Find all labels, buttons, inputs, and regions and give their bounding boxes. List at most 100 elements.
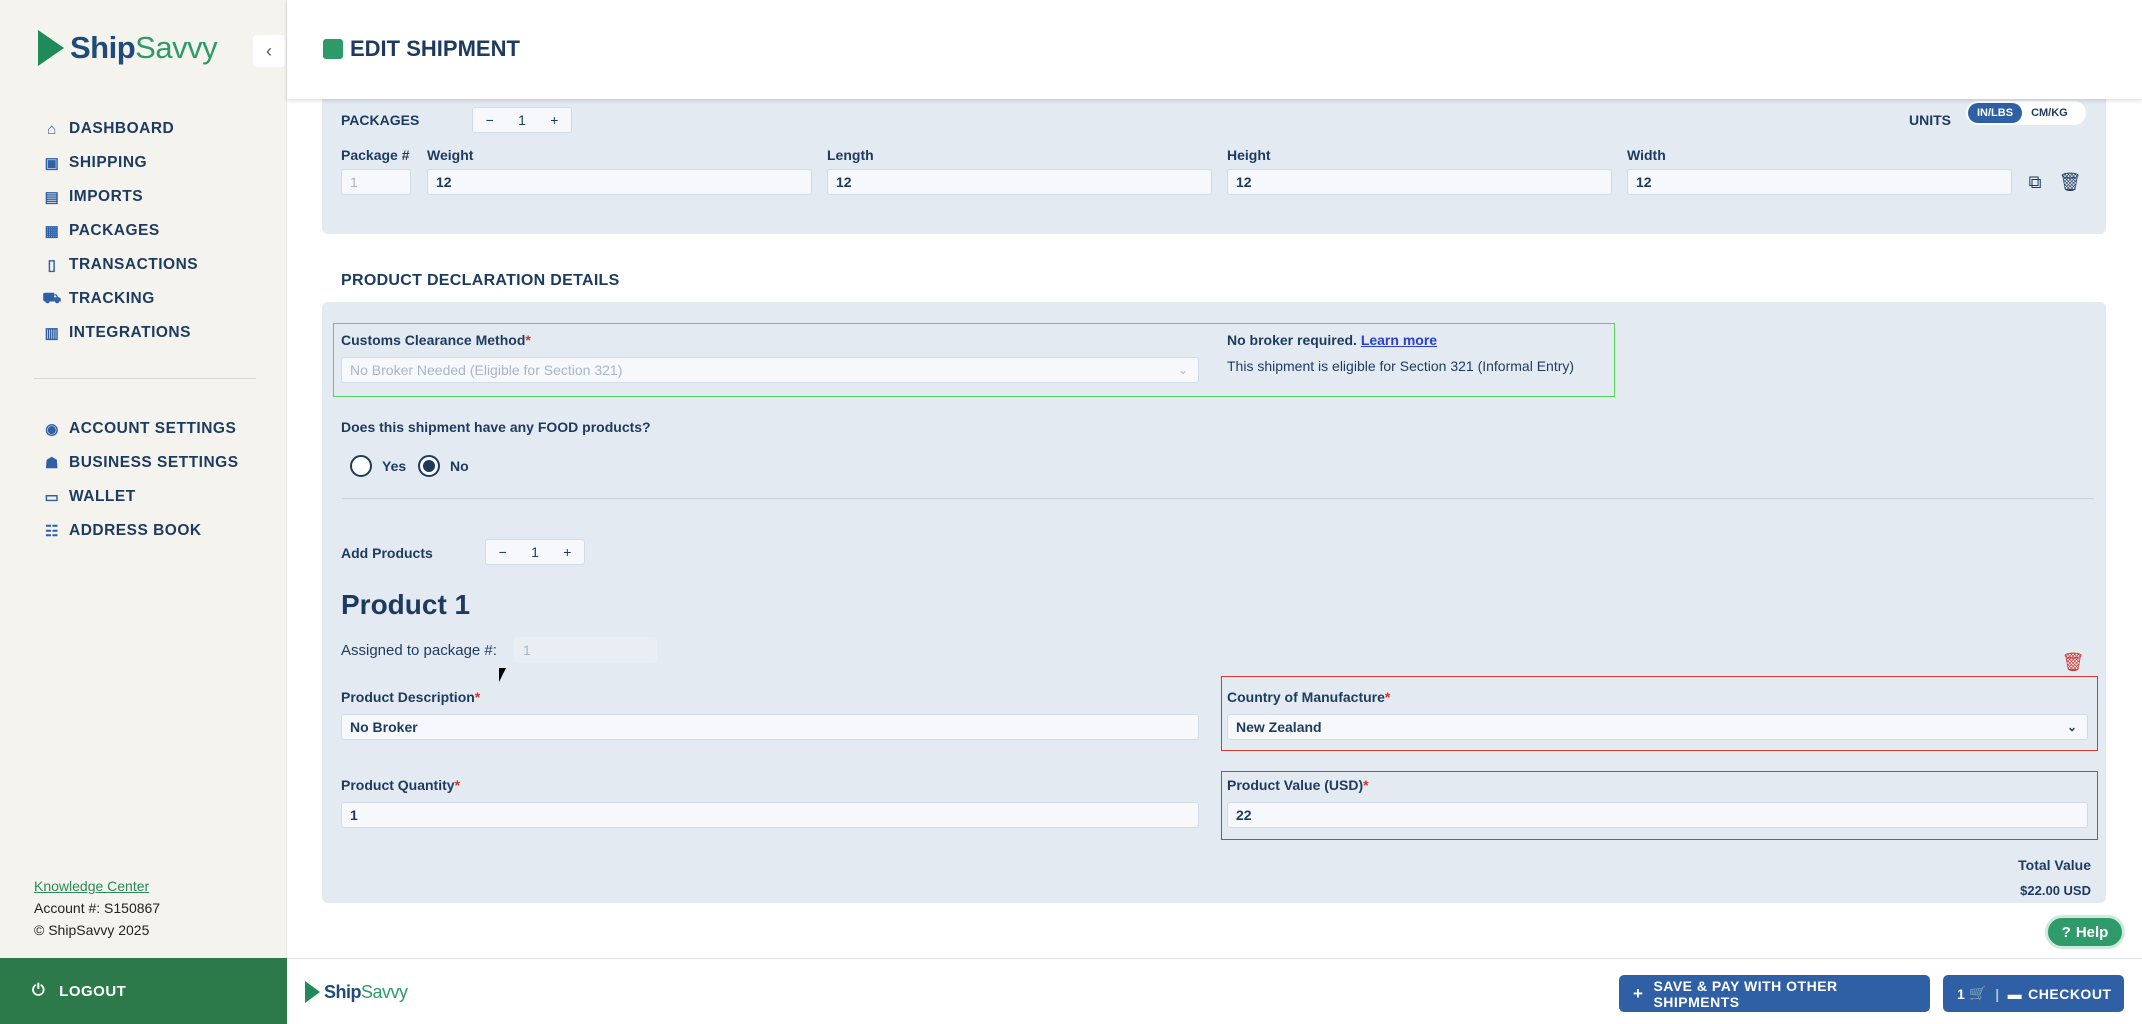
required-asterisk: * [454,777,461,793]
account-number: Account #: S150867 [34,900,161,916]
nav-label: TRACKING [69,290,155,307]
logo-icon [38,30,64,66]
product-title: Product 1 [341,589,471,620]
sidebar-divider [34,378,256,379]
product-value-input[interactable]: 22 [1227,802,2088,828]
nav-item-account-settings[interactable]: ◉ ACCOUNT SETTINGS [44,412,239,446]
nav-item-integrations[interactable]: ▥ INTEGRATIONS [44,316,198,350]
weight-input[interactable]: 12 [427,169,812,195]
total-value-amount: $22.00 USD [2020,883,2091,898]
customs-clearance-label-text: Customs Clearance Method [341,332,526,348]
assigned-package-label: Assigned to package #: [341,642,497,659]
page-title-text: EDIT SHIPMENT [350,36,520,61]
save-pay-button[interactable]: + SAVE & PAY WITH OTHER SHIPMENTS [1619,975,1930,1012]
required-asterisk: * [1384,689,1391,705]
nav-item-shipping[interactable]: ▣ SHIPPING [44,146,198,180]
units-option-cm-kg[interactable]: CM/KG [2022,103,2077,123]
chevron-down-icon: ⌄ [1177,363,1188,377]
logout-icon: ⏻ [32,982,46,999]
decrement-button[interactable]: − [473,112,506,128]
customs-clearance-label: Customs Clearance Method* [341,332,531,348]
footer-logo: ShipSavvy [305,981,408,1003]
decrement-button[interactable]: − [486,544,519,560]
total-value-label: Total Value [2018,857,2091,873]
home-icon: ⌂ [47,120,57,138]
increment-button[interactable]: + [551,544,584,560]
product-quantity-input[interactable]: 1 [341,802,1199,828]
main-nav: ⌂ DASHBOARD ▣ SHIPPING ▤ IMPORTS ▦ PACKAGES … [42,112,198,350]
customs-clearance-select: No Broker Needed (Eligible for Section 3… [341,357,1199,383]
logo-text-savvy: Savvy [361,981,408,1002]
nav-label: TRANSACTIONS [69,256,199,273]
nav-label: WALLET [69,488,136,505]
duplicate-package-icon[interactable]: ⧉ [2024,171,2046,193]
nav-label: ADDRESS BOOK [69,522,202,539]
logout-button[interactable]: ⏻ LOGOUT [0,958,287,1024]
customs-clearance-value: No Broker Needed (Eligible for Section 3… [350,362,623,378]
units-option-in-lbs[interactable]: IN/LBS [1968,103,2023,123]
save-pay-label: SAVE & PAY WITH OTHER SHIPMENTS [1653,977,1838,1010]
country-value: New Zealand [1236,719,1322,735]
user-circle-icon: ◉ [45,421,59,438]
nav-item-tracking[interactable]: ⛟ TRACKING [42,282,198,316]
delete-product-icon[interactable]: 🗑 [2062,651,2085,673]
wallet-icon: ▭ [44,489,60,506]
chevron-left-icon: ‹ [266,40,272,61]
product-value-label-text: Product Value (USD) [1227,777,1364,793]
country-label-text: Country of Manufacture [1227,689,1385,705]
packages-panel: PACKAGES − 1 + UNITS IN/LBS CM/KG Packag… [322,99,2106,234]
nav-item-dashboard[interactable]: ⌂ DASHBOARD [44,112,198,146]
products-stepper[interactable]: − 1 + [485,539,585,565]
packages-label: PACKAGES [341,112,420,128]
nav-item-imports[interactable]: ▤ IMPORTS [44,180,198,214]
product-description-input[interactable]: No Broker [341,714,1199,740]
radio-label-no: No [450,458,469,474]
nav-item-address-book[interactable]: ☷ ADDRESS BOOK [44,514,239,548]
product-description-label: Product Description* [341,689,480,705]
plus-icon: + [1633,983,1644,1003]
food-radio-no[interactable]: No [418,455,469,477]
chevron-down-icon: ⌄ [2066,720,2077,734]
nav-item-business-settings[interactable]: ☗ BUSINESS SETTINGS [44,446,239,480]
business-icon: ☗ [45,455,59,472]
section-divider [342,498,2094,499]
shipsavvy-logo[interactable]: ShipSavvy [38,30,218,66]
increment-button[interactable]: + [538,112,571,128]
document-icon: ▯ [47,257,57,274]
units-toggle[interactable]: IN/LBS CM/KG [1966,101,2086,125]
width-input[interactable]: 12 [1627,169,2012,195]
card-icon: ▬ [2007,985,2023,1002]
main-content: PACKAGES − 1 + UNITS IN/LBS CM/KG Packag… [287,99,2142,958]
cart-icon: 🛒 [1969,985,1988,1001]
page-header: EDIT SHIPMENT [287,0,2142,99]
collapse-sidebar-button[interactable]: ‹ [253,35,285,67]
nav-label: SHIPPING [69,154,148,171]
cart-count: 1 [1957,985,1966,1002]
nav-item-transactions[interactable]: ▯ TRANSACTIONS [44,248,198,282]
nav-item-packages[interactable]: ▦ PACKAGES [44,214,198,248]
learn-more-link[interactable]: Learn more [1361,332,1437,348]
length-input[interactable]: 12 [827,169,1212,195]
logout-label: LOGOUT [59,982,127,1000]
product-description-label-text: Product Description [341,689,475,705]
units-label: UNITS [1909,112,1951,128]
nav-label: PACKAGES [69,222,160,239]
food-radio-yes[interactable]: Yes [350,455,406,477]
delete-package-icon[interactable]: 🗑 [2059,171,2082,193]
height-input[interactable]: 12 [1227,169,1612,195]
broker-note: No broker required. Learn more [1227,332,1437,348]
nav-label: INTEGRATIONS [69,324,191,341]
logo-text-savvy: Savvy [135,30,218,65]
product-declaration-title: PRODUCT DECLARATION DETAILS [341,272,620,289]
weight-header: Weight [427,147,474,163]
settings-nav: ◉ ACCOUNT SETTINGS ☗ BUSINESS SETTINGS ▭ WA… [44,412,239,548]
box-icon: ▣ [44,155,60,172]
packages-stepper[interactable]: − 1 + [472,107,572,133]
sidebar-footer: Knowledge Center Account #: S150867 © Sh… [34,875,160,941]
knowledge-center-link[interactable]: Knowledge Center [34,878,149,894]
help-button[interactable]: ? Help [2045,915,2125,949]
checkout-button[interactable]: 1 🛒 | ▬ CHECKOUT [1943,975,2124,1012]
country-select[interactable]: New Zealand ⌄ [1227,714,2088,740]
nav-item-wallet[interactable]: ▭ WALLET [44,480,239,514]
broker-note-text: No broker required. [1227,332,1357,348]
